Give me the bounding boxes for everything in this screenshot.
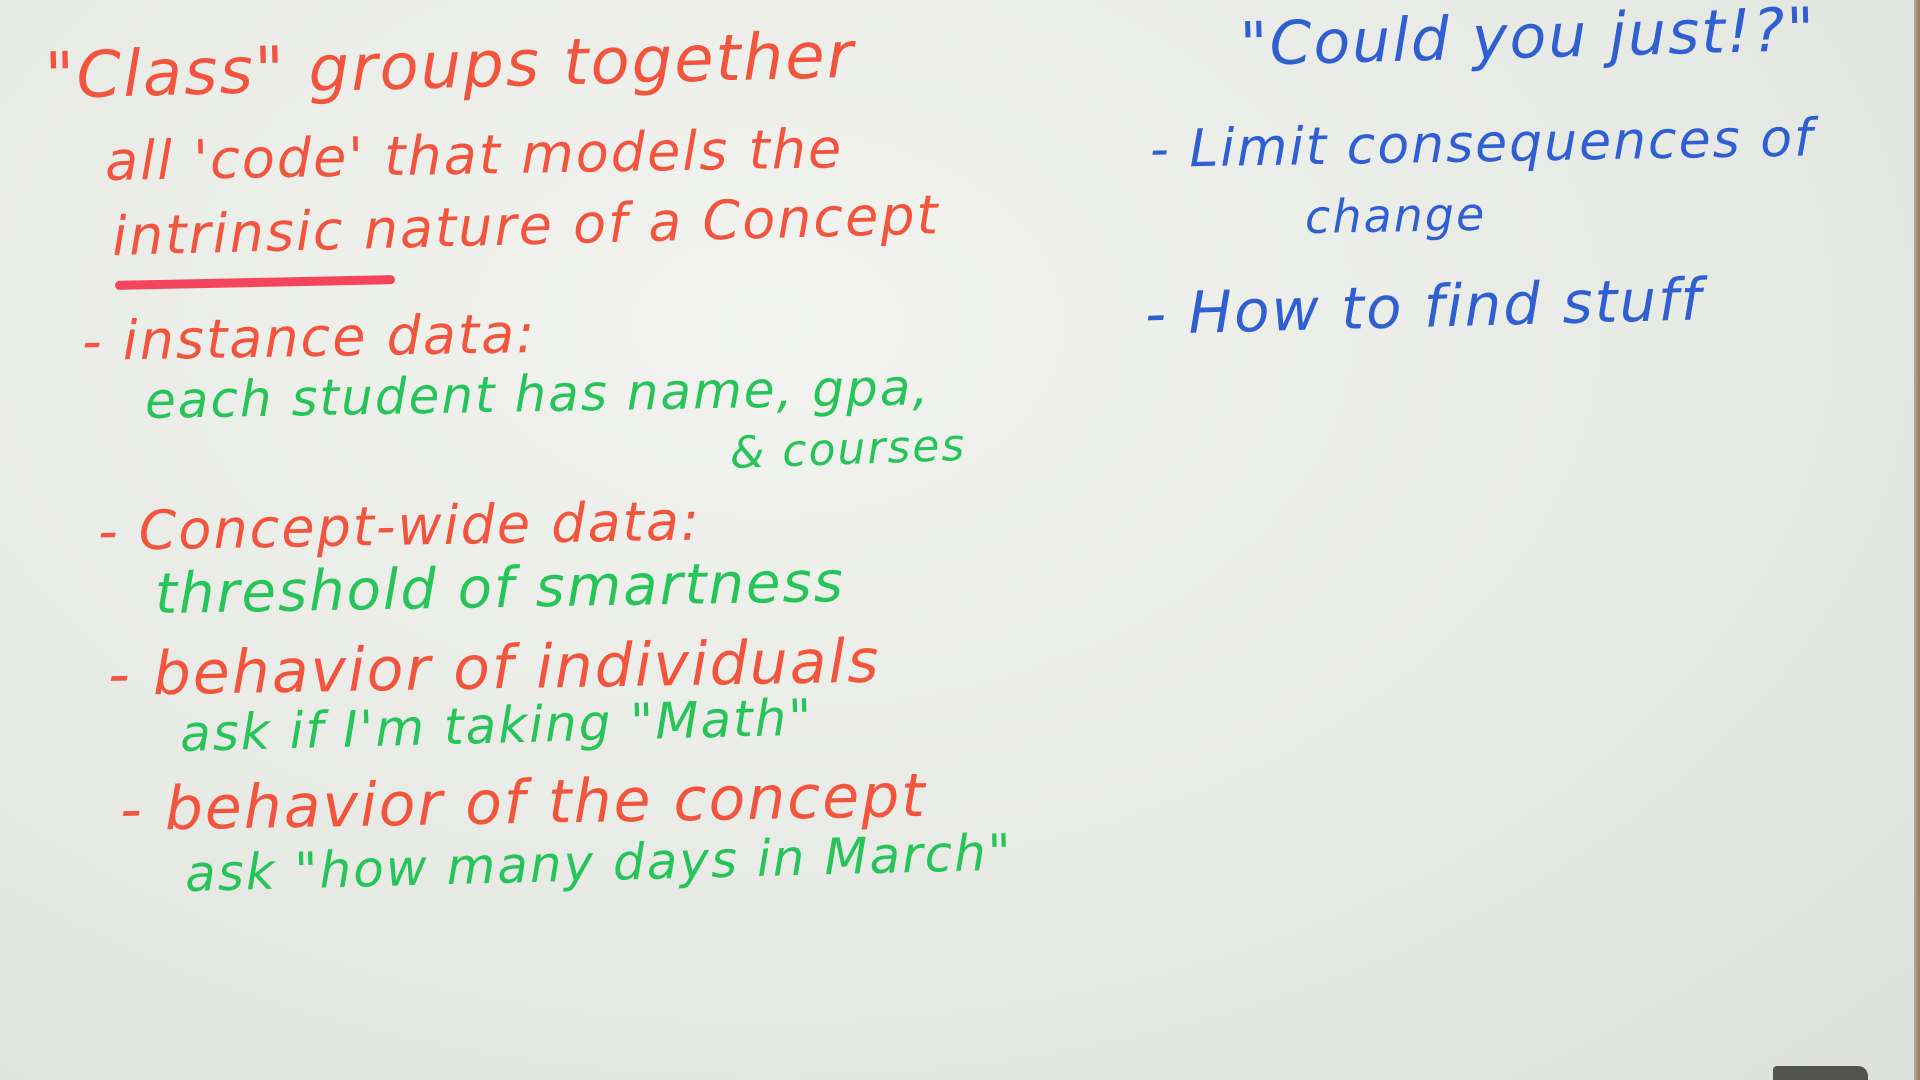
bullet-how-to-find-stuff: - How to find stuff bbox=[1144, 265, 1704, 348]
bullet-concept-wide-data-body: threshold of smartness bbox=[154, 549, 846, 627]
intrinsic-underline bbox=[114, 275, 396, 290]
board-corner-object bbox=[1773, 1066, 1868, 1080]
bullet-instance-data-title: - instance data: bbox=[81, 302, 537, 373]
bullet-concept-wide-data-title: - Concept-wide data: bbox=[97, 489, 702, 563]
note-could-you-just: "Could you just!?" bbox=[1239, 0, 1818, 80]
board-frame-edge bbox=[1914, 0, 1920, 1080]
bullet-instance-data-body-a: each student has name, gpa, bbox=[144, 358, 931, 430]
bullet-instance-data-body-b: & courses bbox=[729, 419, 968, 479]
whiteboard: "Class" groups together all 'code' that … bbox=[0, 0, 1920, 1080]
bullet-limit-consequences: - Limit consequences of bbox=[1149, 108, 1815, 180]
note-class-groups-together: "Class" groups together bbox=[44, 18, 856, 114]
bullet-limit-consequences-change: change bbox=[1304, 186, 1487, 244]
note-intrinsic-nature: intrinsic nature of a Concept bbox=[111, 183, 941, 268]
note-all-code-models: all 'code' that models the bbox=[104, 117, 844, 193]
